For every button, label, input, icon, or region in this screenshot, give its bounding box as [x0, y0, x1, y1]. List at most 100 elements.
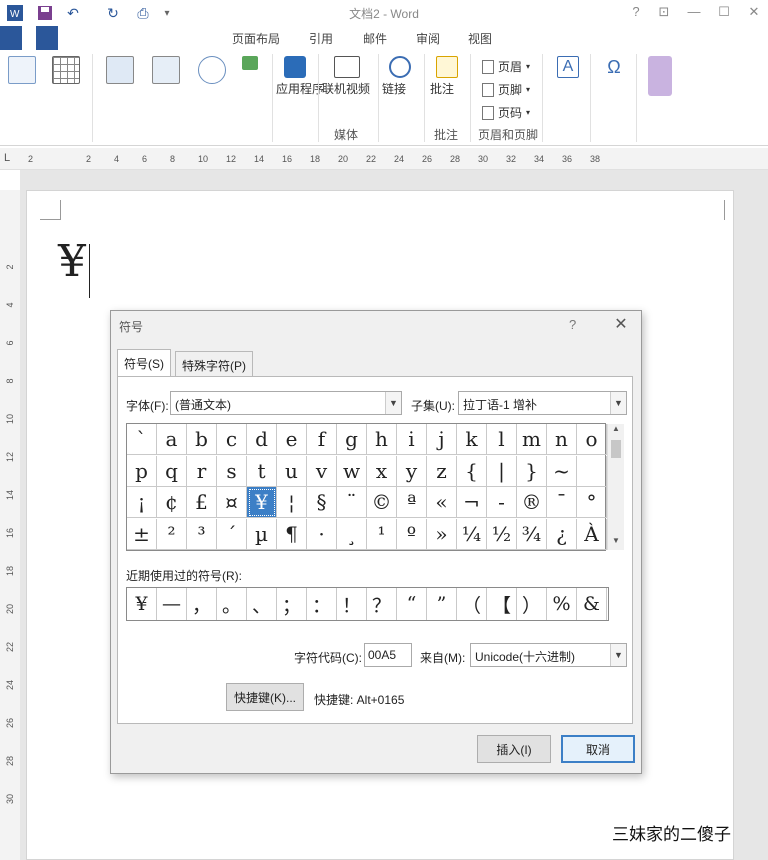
symbol-cell[interactable]: t	[247, 455, 277, 487]
symbol-cell[interactable]: £	[187, 487, 217, 518]
recent-symbol-cell[interactable]: 【	[487, 588, 517, 620]
text-box-button[interactable]: A	[550, 56, 586, 112]
symbol-cell[interactable]: ´	[217, 518, 247, 550]
tab-page-layout[interactable]: 页面布局	[232, 30, 280, 47]
symbol-cell[interactable]: ¦	[277, 487, 307, 518]
recent-symbol-cell[interactable]: —	[157, 588, 187, 620]
online-pictures-button[interactable]	[148, 56, 184, 112]
symbol-cell[interactable]: ¢	[157, 487, 187, 518]
symbol-cell[interactable]: ¯	[547, 487, 577, 518]
symbol-cell[interactable]: »	[427, 518, 457, 550]
symbol-cell[interactable]: f	[307, 424, 337, 455]
pictures-button[interactable]	[102, 56, 138, 112]
symbol-cell[interactable]: w	[337, 455, 367, 487]
symbol-cell[interactable]: s	[217, 455, 247, 487]
comment-button[interactable]: 批注	[430, 56, 464, 112]
tab-mailings[interactable]: 邮件	[363, 30, 387, 47]
symbol-button[interactable]: Ω	[596, 56, 632, 112]
symbol-cell[interactable]: µ	[247, 518, 277, 550]
symbol-cell[interactable]: º	[397, 518, 427, 550]
link-button[interactable]: 链接	[382, 56, 418, 112]
symbol-cell[interactable]: h	[367, 424, 397, 455]
symbol-cell[interactable]: m	[517, 424, 547, 455]
symbol-cell[interactable]: l	[487, 424, 517, 455]
recent-symbol-cell[interactable]: %	[547, 588, 577, 620]
symbol-cell[interactable]: -	[487, 487, 517, 518]
symbol-cell[interactable]: ¾	[517, 518, 547, 550]
recent-symbol-cell[interactable]: ？	[367, 588, 397, 620]
symbol-cell[interactable]: °	[577, 487, 607, 518]
close-window-button[interactable]: ✕	[742, 4, 766, 22]
symbol-cell[interactable]: ¬	[457, 487, 487, 518]
online-video-button[interactable]: 联机视频	[322, 56, 372, 112]
font-select[interactable]: (普通文本) ▼	[170, 391, 402, 415]
symbol-cell[interactable]: ³	[187, 518, 217, 550]
shapes-button[interactable]	[194, 56, 230, 112]
symbol-cell[interactable]: ¼	[457, 518, 487, 550]
symbol-cell[interactable]: ¸	[337, 518, 367, 550]
symbol-cell[interactable]: ±	[127, 518, 157, 550]
tab-view[interactable]: 视图	[468, 30, 492, 47]
symbol-cell[interactable]: ·	[307, 518, 337, 550]
smartart-button[interactable]	[232, 56, 268, 112]
symbol-grid-scrollbar[interactable]: ▲ ▼	[607, 424, 624, 550]
from-select[interactable]: Unicode(十六进制) ▼	[470, 643, 627, 667]
symbol-cell[interactable]: ¹	[367, 518, 397, 550]
recent-symbol-cell[interactable]: 、	[247, 588, 277, 620]
apps-button[interactable]: 应用程序	[276, 56, 324, 112]
symbol-cell[interactable]: z	[427, 455, 457, 487]
page-number-button[interactable]: 页码 ▾	[482, 104, 530, 121]
symbol-cell[interactable]: o	[577, 424, 607, 455]
cover-page-button[interactable]	[4, 56, 40, 112]
tab-selector[interactable]: L	[4, 152, 18, 166]
symbol-cell[interactable]: e	[277, 424, 307, 455]
tab-symbols[interactable]: 符号(S)	[117, 349, 171, 377]
symbol-cell[interactable]: d	[247, 424, 277, 455]
home-tab[interactable]	[36, 26, 58, 50]
symbol-cell[interactable]: À	[577, 518, 607, 550]
tab-review[interactable]: 审阅	[416, 30, 440, 47]
symbol-cell[interactable]: g	[337, 424, 367, 455]
symbol-cell[interactable]: ¿	[547, 518, 577, 550]
symbol-cell[interactable]: {	[457, 455, 487, 487]
symbol-cell[interactable]: y	[397, 455, 427, 487]
char-code-input[interactable]: 00A5	[364, 643, 412, 667]
symbol-cell[interactable]: v	[307, 455, 337, 487]
dialog-help-button[interactable]: ?	[569, 317, 576, 332]
symbol-cell[interactable]: |	[487, 455, 517, 487]
symbol-cell[interactable]: ©	[367, 487, 397, 518]
scroll-thumb[interactable]	[611, 440, 621, 458]
header-button[interactable]: 页眉 ▾	[482, 58, 530, 75]
symbol-cell[interactable]: «	[427, 487, 457, 518]
scroll-down-icon[interactable]: ▼	[608, 536, 624, 550]
footer-button[interactable]: 页脚 ▾	[482, 81, 530, 98]
symbol-cell[interactable]: i	[397, 424, 427, 455]
symbol-cell[interactable]: k	[457, 424, 487, 455]
document-text[interactable]: ¥	[58, 236, 86, 287]
symbol-cell[interactable]: }	[517, 455, 547, 487]
recent-symbol-cell[interactable]: “	[397, 588, 427, 620]
recent-symbol-cell[interactable]: ）	[517, 588, 547, 620]
scroll-up-icon[interactable]: ▲	[608, 424, 624, 438]
tab-special-characters[interactable]: 特殊字符(P)	[175, 351, 253, 376]
recent-symbol-cell[interactable]: ；	[277, 588, 307, 620]
vertical-ruler[interactable]: 2 4 6 8 10 12 14 16 18 20 22 24 26 28 30	[0, 190, 20, 860]
ribbon-display-options-button[interactable]: ⊡	[652, 4, 676, 22]
symbol-cell[interactable]: ®	[517, 487, 547, 518]
symbol-cell[interactable]: c	[217, 424, 247, 455]
symbol-cell[interactable]: ª	[397, 487, 427, 518]
recent-symbol-cell[interactable]: &	[577, 588, 607, 620]
help-button[interactable]: ?	[624, 4, 648, 22]
recent-symbol-cell[interactable]: ！	[337, 588, 367, 620]
symbol-cell[interactable]: p	[127, 455, 157, 487]
symbol-cell[interactable]: ¡	[127, 487, 157, 518]
symbol-cell[interactable]: n	[547, 424, 577, 455]
symbol-cell[interactable]: a	[157, 424, 187, 455]
recent-symbol-cell[interactable]: （	[457, 588, 487, 620]
symbol-cell[interactable]: b	[187, 424, 217, 455]
insert-button[interactable]: 插入(I)	[477, 735, 551, 763]
recent-symbol-cell[interactable]: ”	[427, 588, 457, 620]
cancel-button[interactable]: 取消	[561, 735, 635, 763]
symbol-cell[interactable]: ²	[157, 518, 187, 550]
symbol-cell[interactable]: ½	[487, 518, 517, 550]
